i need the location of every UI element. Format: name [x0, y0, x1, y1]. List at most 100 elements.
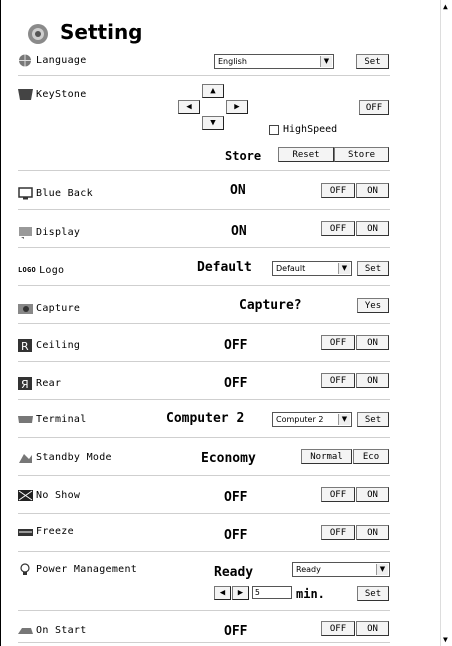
no-show-label: No Show [36, 490, 81, 501]
globe-icon [19, 54, 31, 67]
settings-page: Setting Language English ▼ Set KeyStone ▲… [0, 0, 440, 646]
no-show-row: No Show OFF OFF ON [18, 476, 390, 514]
ceiling-off-button[interactable]: OFF [321, 335, 355, 350]
language-row: Language English ▼ Set [18, 48, 390, 76]
display-value: ON [231, 224, 247, 239]
freeze-row: Freeze OFF OFF ON [18, 514, 390, 552]
on-start-label: On Start [36, 625, 87, 636]
language-select[interactable]: English ▼ [214, 54, 334, 69]
blue-back-on-button[interactable]: ON [356, 183, 389, 198]
power-minutes-input[interactable]: 5 [252, 586, 292, 599]
chevron-down-icon: ▼ [376, 564, 388, 575]
no-show-on-button[interactable]: ON [356, 487, 389, 502]
keystone-up-button[interactable]: ▲ [202, 84, 224, 98]
terminal-label: Terminal [36, 414, 87, 425]
logo-row: LOGO Logo Default Default ▼ Set [18, 248, 390, 286]
freeze-on-button[interactable]: ON [356, 525, 389, 540]
ceiling-row: R Ceiling OFF OFF ON [18, 324, 390, 362]
no-show-off-button[interactable]: OFF [321, 487, 355, 502]
on-start-off-button[interactable]: OFF [321, 621, 355, 636]
standby-icon [19, 454, 32, 463]
power-management-row: Power Management Ready Ready ▼ ◀ ▶ 5 min.… [18, 552, 390, 611]
freeze-label: Freeze [36, 526, 74, 537]
scroll-down-icon[interactable]: ▼ [443, 635, 448, 644]
display-off-button[interactable]: OFF [321, 221, 355, 236]
chevron-down-icon: ▼ [338, 414, 350, 425]
on-start-value: OFF [224, 624, 248, 639]
terminal-set-button[interactable]: Set [357, 412, 389, 427]
freeze-off-button[interactable]: OFF [321, 525, 355, 540]
keystone-label: KeyStone [36, 89, 87, 100]
blue-back-row: Blue Back ON OFF ON [18, 171, 390, 210]
power-set-button[interactable]: Set [357, 586, 389, 601]
ceiling-on-button[interactable]: ON [356, 335, 389, 350]
keystone-store-button[interactable]: Store [334, 147, 389, 162]
freeze-icon [18, 529, 33, 536]
standby-row: Standby Mode Economy Normal Eco [18, 438, 390, 476]
keystone-off-button[interactable]: OFF [359, 100, 389, 115]
on-start-on-button[interactable]: ON [356, 621, 389, 636]
display-on-button[interactable]: ON [356, 221, 389, 236]
no-show-icon [18, 490, 33, 501]
logo-label: Logo [39, 265, 65, 276]
capture-label: Capture [36, 303, 81, 314]
language-label: Language [36, 55, 87, 66]
logo-select[interactable]: Default ▼ [272, 261, 352, 276]
chevron-down-icon: ▼ [320, 56, 332, 67]
power-decrease-button[interactable]: ◀ [214, 586, 231, 600]
display-row: Display ON OFF ON [18, 210, 390, 248]
keystone-left-button[interactable]: ◀ [178, 100, 200, 114]
gear-icon [28, 24, 48, 44]
standby-eco-button[interactable]: Eco [353, 449, 389, 464]
freeze-value: OFF [224, 528, 248, 543]
keystone-store-label: Store [225, 149, 262, 163]
capture-row: Capture Capture? Yes [18, 286, 390, 324]
terminal-row: Terminal Computer 2 Computer 2 ▼ Set [18, 400, 390, 438]
blue-back-label: Blue Back [36, 188, 93, 199]
no-show-value: OFF [224, 490, 248, 505]
keystone-right-button[interactable]: ▶ [226, 100, 248, 114]
keystone-reset-button[interactable]: Reset [278, 147, 334, 162]
rear-label: Rear [36, 378, 62, 389]
keystone-row: KeyStone ▲ ◀ ▶ ▼ OFF HighSpeed Store Res… [18, 76, 390, 171]
monitor-icon [18, 187, 33, 200]
logo-set-button[interactable]: Set [357, 261, 389, 276]
terminal-select[interactable]: Computer 2 ▼ [272, 412, 352, 427]
rear-value: OFF [224, 376, 248, 391]
power-min-label: min. [296, 587, 325, 601]
on-start-icon [18, 628, 33, 634]
rear-icon: Я [18, 377, 32, 390]
rear-on-button[interactable]: ON [356, 373, 389, 388]
scroll-up-icon[interactable]: ▲ [443, 2, 448, 11]
power-select[interactable]: Ready ▼ [292, 562, 390, 577]
blue-back-off-button[interactable]: OFF [321, 183, 355, 198]
display-label: Display [36, 227, 81, 238]
keystone-icon [18, 89, 33, 100]
standby-normal-button[interactable]: Normal [301, 449, 352, 464]
display-icon [19, 227, 32, 239]
language-set-button[interactable]: Set [356, 54, 389, 69]
keystone-down-button[interactable]: ▼ [202, 116, 224, 130]
power-label: Power Management [36, 564, 138, 575]
capture-yes-button[interactable]: Yes [357, 298, 389, 313]
terminal-value: Computer 2 [166, 411, 245, 426]
standby-label: Standby Mode [36, 452, 112, 463]
svg-text:R: R [21, 340, 29, 352]
vertical-scrollbar[interactable]: ▲ ▼ [440, 0, 452, 646]
ceiling-value: OFF [224, 338, 248, 353]
lightbulb-icon [20, 563, 30, 575]
chevron-down-icon: ▼ [338, 263, 350, 274]
page-title: Setting [60, 20, 143, 44]
rear-row: Я Rear OFF OFF ON [18, 362, 390, 400]
highspeed-checkbox[interactable]: HighSpeed [269, 124, 337, 135]
power-increase-button[interactable]: ▶ [232, 586, 249, 600]
blue-back-value: ON [230, 183, 246, 198]
camera-icon [18, 304, 33, 314]
ceiling-label: Ceiling [36, 340, 81, 351]
ceiling-icon: R [18, 339, 32, 352]
power-value: Ready [214, 565, 254, 580]
terminal-icon [18, 416, 33, 423]
capture-value: Capture? [239, 298, 302, 313]
rear-off-button[interactable]: OFF [321, 373, 355, 388]
logo-icon: LOGO [18, 266, 37, 274]
